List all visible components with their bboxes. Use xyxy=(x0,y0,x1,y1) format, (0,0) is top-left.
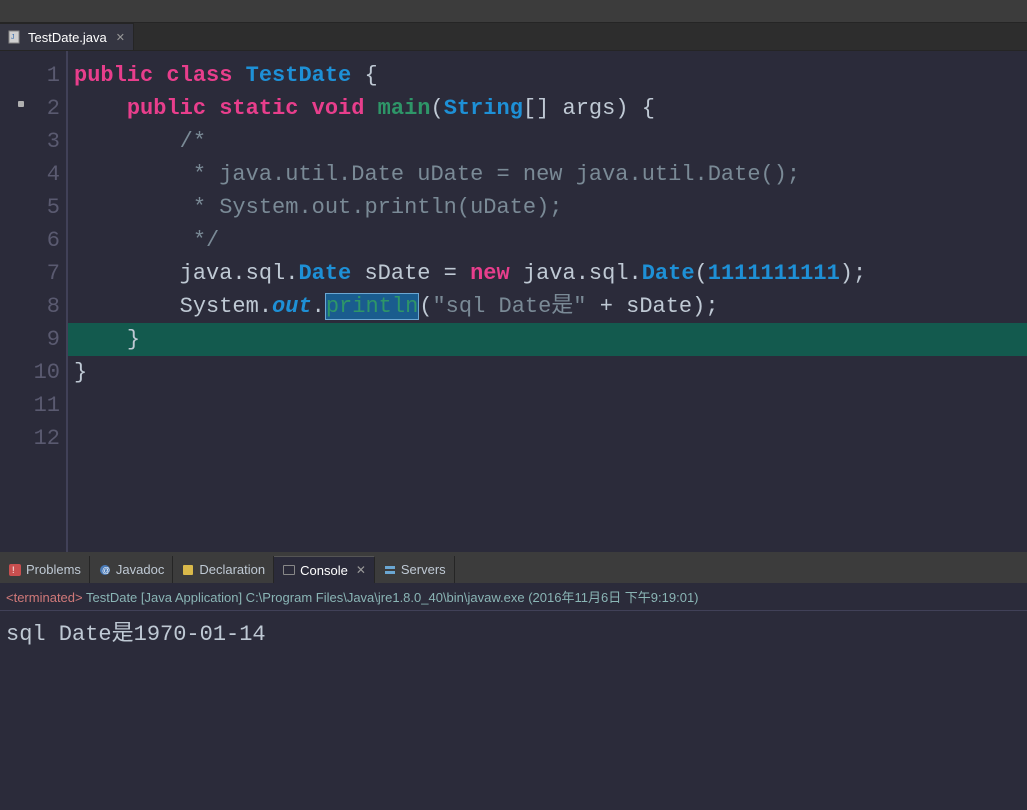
line-number: 3 xyxy=(0,125,66,158)
svg-text:@: @ xyxy=(102,566,110,575)
bottom-panel: ! Problems @ Javadoc Declaration Console… xyxy=(0,552,1027,810)
code-line: */ xyxy=(74,224,1021,257)
code-line: public static void main(String[] args) { xyxy=(74,92,1021,125)
tab-label: Declaration xyxy=(199,562,265,577)
run-configuration-info: TestDate [Java Application] C:\Program F… xyxy=(83,590,699,605)
editor-tab-filename: TestDate.java xyxy=(28,30,107,45)
declaration-icon xyxy=(181,563,195,577)
servers-icon xyxy=(383,563,397,577)
top-toolbar xyxy=(0,0,1027,23)
code-line: * java.util.Date uDate = new java.util.D… xyxy=(74,158,1021,191)
line-number-gutter: 1 2 3 4 5 6 7 8 9 10 11 12 xyxy=(0,51,68,552)
console-icon xyxy=(282,563,296,577)
svg-text:J: J xyxy=(11,34,15,41)
line-number: 4 xyxy=(0,158,66,191)
problems-icon: ! xyxy=(8,563,22,577)
tab-label: Javadoc xyxy=(116,562,164,577)
console-status-line: <terminated> TestDate [Java Application]… xyxy=(0,583,1027,611)
code-line: } xyxy=(74,323,1021,356)
line-number: 2 xyxy=(0,92,66,125)
javadoc-icon: @ xyxy=(98,563,112,577)
code-line: public class TestDate { xyxy=(74,59,1021,92)
editor-tab-bar: J TestDate.java ✕ xyxy=(0,23,1027,51)
tab-declaration[interactable]: Declaration xyxy=(173,556,274,583)
code-editor[interactable]: 1 2 3 4 5 6 7 8 9 10 11 12 public class … xyxy=(0,51,1027,552)
console-output-line: sql Date是1970-01-14 xyxy=(6,615,1021,647)
tab-label: Console xyxy=(300,563,348,578)
tab-javadoc[interactable]: @ Javadoc xyxy=(90,556,173,583)
bottom-tab-bar: ! Problems @ Javadoc Declaration Console… xyxy=(0,556,1027,583)
svg-text:!: ! xyxy=(12,565,15,575)
line-number: 12 xyxy=(0,422,66,455)
tab-label: Servers xyxy=(401,562,446,577)
line-number: 7 xyxy=(0,257,66,290)
line-number: 1 xyxy=(0,59,66,92)
console-output[interactable]: sql Date是1970-01-14 xyxy=(0,611,1027,810)
editor-tab-testdate[interactable]: J TestDate.java ✕ xyxy=(0,23,134,50)
line-number: 6 xyxy=(0,224,66,257)
code-line: } xyxy=(74,356,1021,389)
code-line: /* xyxy=(74,125,1021,158)
code-line: System.out.println("sql Date是" + sDate); xyxy=(74,290,1021,323)
line-number: 9 xyxy=(0,323,66,356)
tab-problems[interactable]: ! Problems xyxy=(0,556,90,583)
close-icon[interactable]: ✕ xyxy=(116,31,125,44)
line-number: 5 xyxy=(0,191,66,224)
line-number: 10 xyxy=(0,356,66,389)
code-line: java.sql.Date sDate = new java.sql.Date(… xyxy=(74,257,1021,290)
line-number: 11 xyxy=(0,389,66,422)
tab-console[interactable]: Console ✕ xyxy=(274,556,375,583)
line-number: 8 xyxy=(0,290,66,323)
terminated-label: <terminated> xyxy=(6,590,83,605)
close-icon[interactable]: ✕ xyxy=(356,563,366,577)
code-line: * System.out.println(uDate); xyxy=(74,191,1021,224)
tab-servers[interactable]: Servers xyxy=(375,556,455,583)
tab-label: Problems xyxy=(26,562,81,577)
code-content[interactable]: public class TestDate { public static vo… xyxy=(68,51,1027,552)
java-file-icon: J xyxy=(8,30,22,44)
